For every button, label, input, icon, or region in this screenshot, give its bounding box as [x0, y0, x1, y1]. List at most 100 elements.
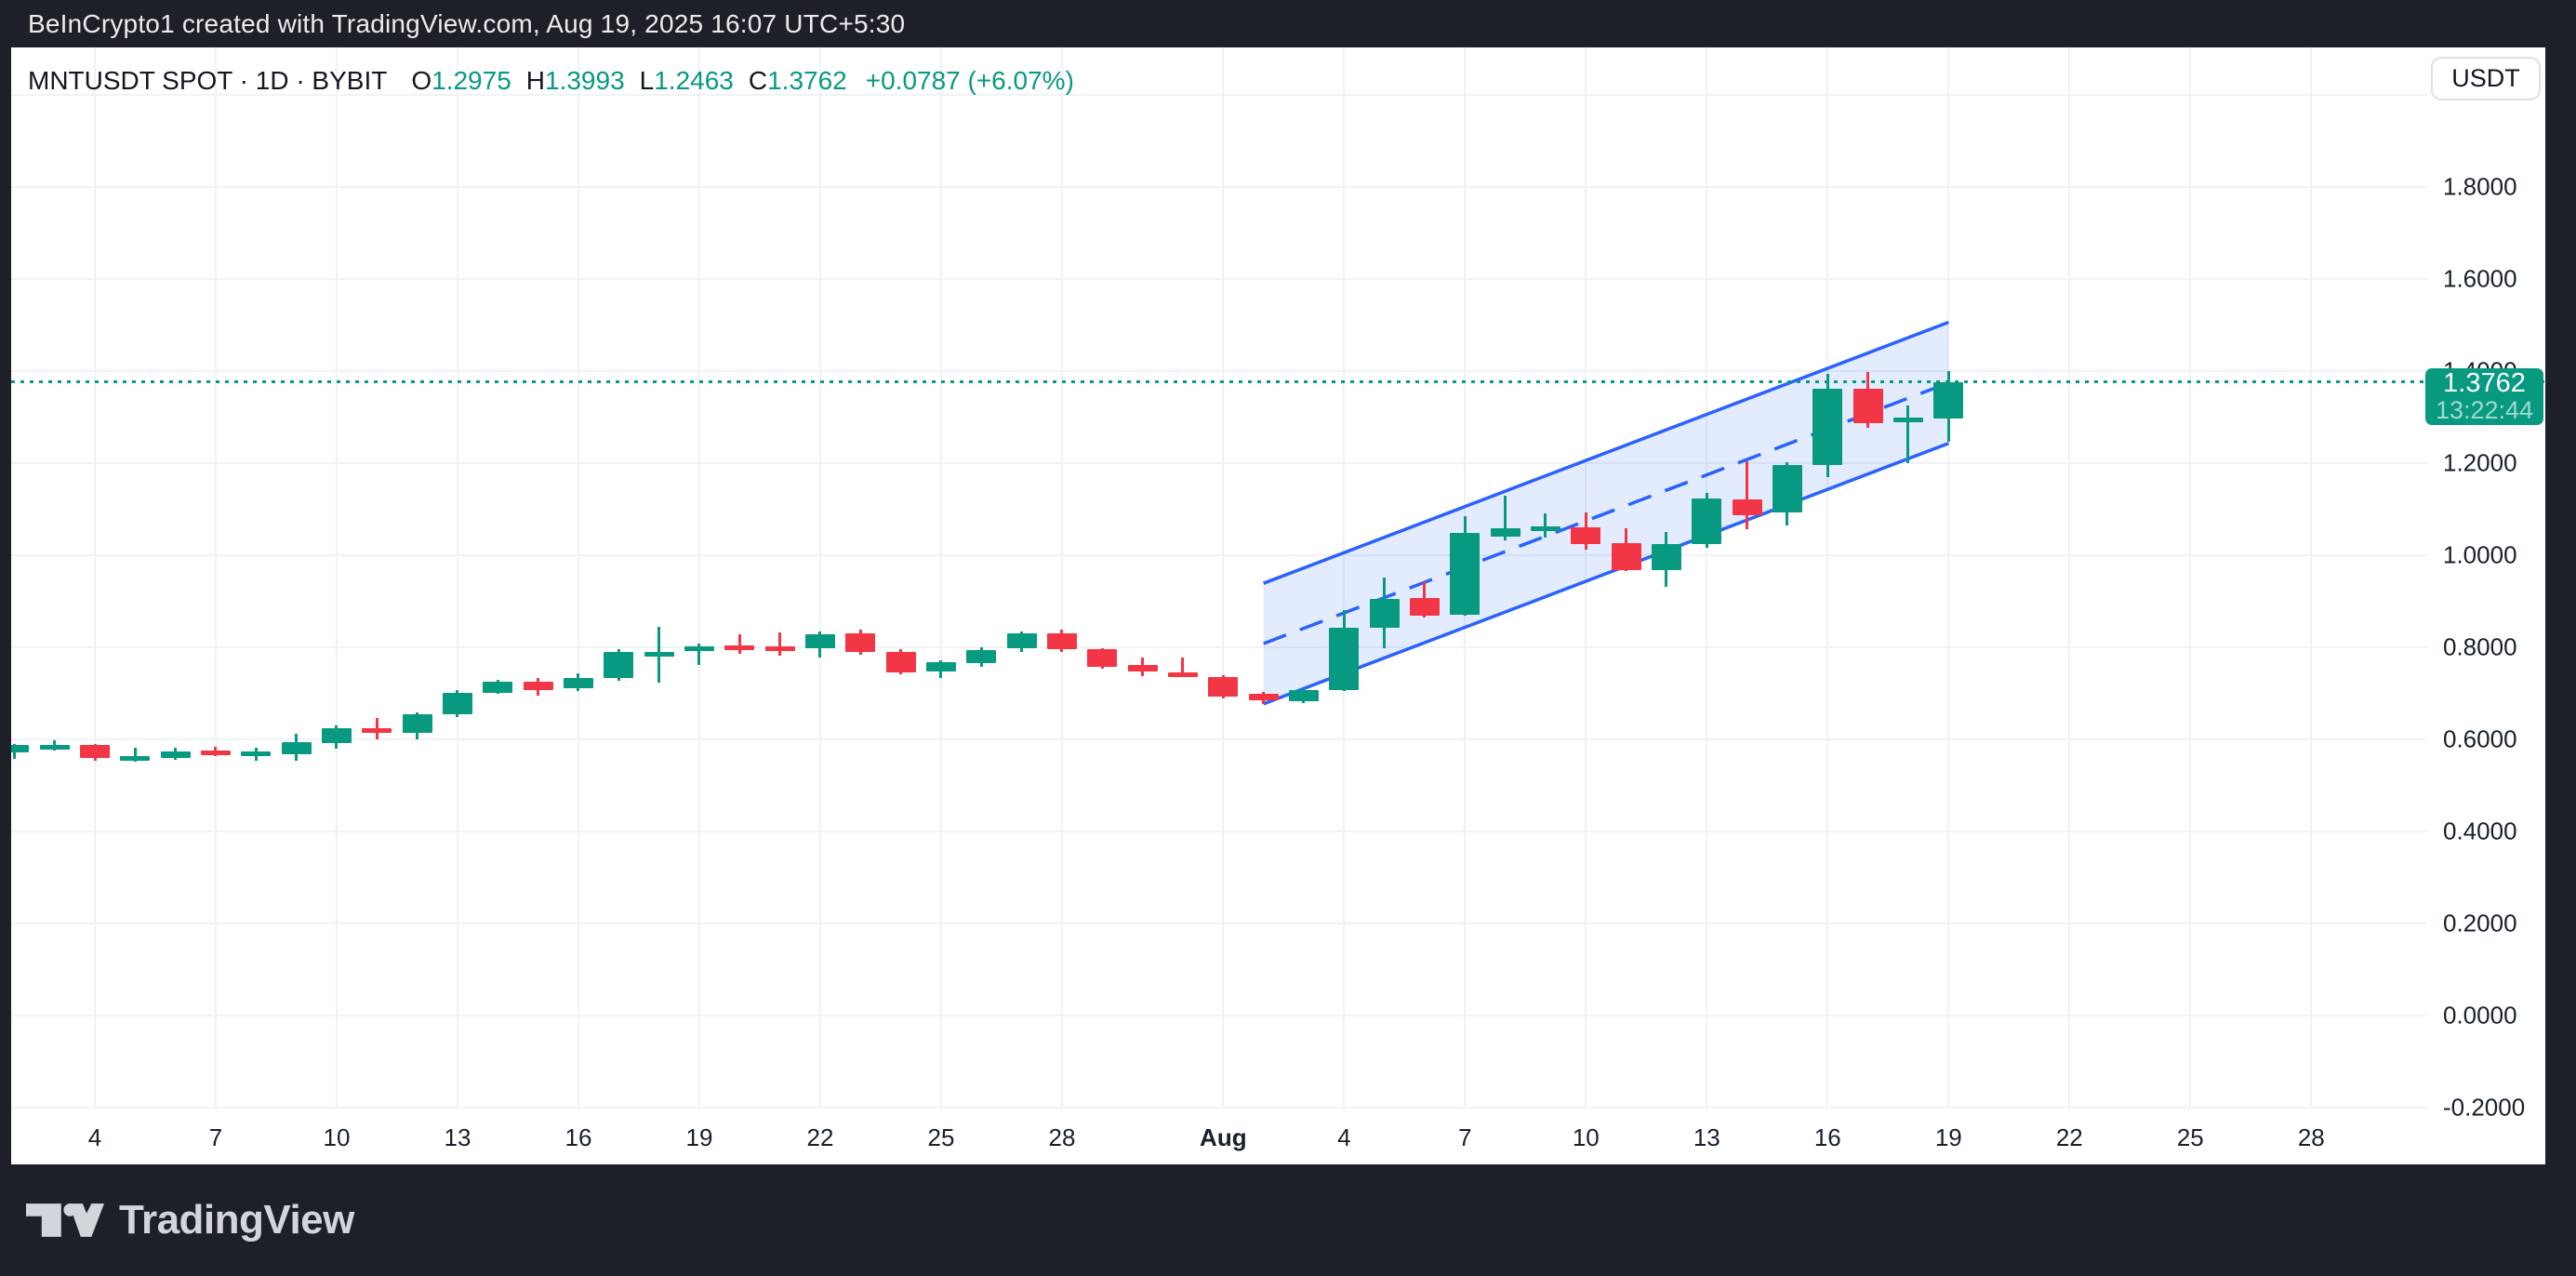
time-axis-label: 4: [87, 1123, 102, 1151]
candle: [523, 681, 553, 690]
candle: [604, 652, 634, 679]
current-price-line: [11, 380, 2545, 383]
candle: [1409, 597, 1440, 617]
candle: [1087, 649, 1118, 667]
time-axis-label: 28: [2297, 1123, 2325, 1151]
candle: [1248, 694, 1279, 701]
candle: [764, 645, 795, 651]
candle: [1692, 498, 1722, 544]
candle: [402, 713, 432, 734]
candle: [120, 755, 151, 761]
candle: [1852, 388, 1883, 423]
candle: [1651, 544, 1681, 570]
time-axis-label: 13: [444, 1123, 471, 1151]
candle: [684, 645, 714, 651]
time-axis-label: 13: [1693, 1123, 1720, 1151]
current-price-badge: 1.3762 13:22:44: [2425, 368, 2543, 425]
candle: [724, 645, 755, 650]
candle: [160, 751, 191, 758]
price-axis-label: 0.0000: [2443, 1001, 2517, 1030]
candle: [11, 744, 30, 752]
candle-wick: [1906, 405, 1910, 463]
time-axis-label: 22: [2055, 1123, 2083, 1151]
candle: [563, 678, 593, 689]
price-axis-label: 1.2000: [2443, 448, 2517, 477]
candle: [39, 745, 70, 751]
candle: [1933, 381, 1964, 419]
time-axis-label: 25: [2176, 1123, 2204, 1151]
legend-low: L1.2463: [639, 66, 734, 95]
symbol-title[interactable]: MNTUSDT SPOT · 1D · BYBIT: [28, 66, 387, 96]
tradingview-logo-link[interactable]: TradingView: [26, 1197, 354, 1243]
candle: [925, 661, 956, 672]
time-axis-label: 10: [1572, 1123, 1600, 1151]
price-axis-label: 1.0000: [2443, 540, 2517, 569]
time-axis-label: 19: [685, 1123, 713, 1151]
candle-wick: [778, 632, 782, 656]
price-axis[interactable]: 1.80001.60001.40001.20001.00000.80000.60…: [2427, 47, 2545, 1164]
legend-high: H1.3993: [525, 66, 625, 95]
candle-wick: [1746, 461, 1749, 530]
candle: [845, 633, 876, 652]
candle: [1329, 628, 1360, 690]
candle: [644, 652, 674, 658]
time-axis-label: 25: [927, 1123, 955, 1151]
candle: [1046, 633, 1077, 650]
candle: [1127, 664, 1158, 672]
candle: [1732, 498, 1762, 516]
candle: [1288, 689, 1319, 701]
candle: [1772, 464, 1802, 513]
candle: [321, 728, 352, 743]
chart-legend: MNTUSDT SPOT · 1D · BYBIT O1.2975 H1.399…: [28, 66, 1074, 96]
legend-close: C1.3762: [748, 66, 847, 95]
badge-price: 1.3762: [2443, 367, 2526, 398]
time-axis[interactable]: 4 7 10 13 16 19 22 25 28 Aug 4 7 10 13 16 19 22 25 28: [11, 1110, 2427, 1164]
time-axis-label: Aug: [1200, 1123, 1247, 1151]
time-axis-label: 7: [1458, 1123, 1472, 1151]
candle: [281, 741, 312, 754]
price-axis-label: -0.2000: [2443, 1093, 2526, 1122]
candle-wick: [737, 633, 741, 655]
price-axis-label: 0.4000: [2443, 817, 2517, 845]
price-axis-label: 1.8000: [2443, 172, 2517, 201]
tradingview-logo-icon: [26, 1203, 104, 1237]
candle: [1571, 526, 1601, 545]
candle: [200, 751, 231, 756]
legend-open: O1.2975: [411, 66, 511, 95]
candle: [1611, 543, 1641, 570]
candle: [1530, 525, 1560, 531]
candle: [442, 692, 472, 715]
attribution-text: BeInCrypto1 created with TradingView.com…: [28, 8, 906, 38]
time-axis-label: 16: [1813, 1123, 1841, 1151]
footer-bar: TradingView: [0, 1164, 2576, 1276]
chart-panel: MNTUSDT SPOT · 1D · BYBIT O1.2975 H1.399…: [11, 47, 2545, 1164]
currency-toggle-button[interactable]: USDT: [2431, 57, 2541, 100]
candle: [1450, 533, 1481, 615]
candle: [1208, 676, 1239, 697]
candle: [1369, 598, 1400, 629]
time-axis-label: 19: [1934, 1123, 1962, 1151]
candle: [1167, 671, 1198, 677]
tradingview-wordmark: TradingView: [119, 1197, 354, 1243]
candle: [80, 745, 110, 759]
time-axis-label: 4: [1337, 1123, 1351, 1151]
time-axis-label: 28: [1048, 1123, 1076, 1151]
candle: [804, 633, 835, 649]
time-axis-label: 16: [564, 1123, 592, 1151]
candle: [483, 682, 513, 693]
time-axis-label: 22: [806, 1123, 834, 1151]
attribution-bar: BeInCrypto1 created with TradingView.com…: [0, 0, 2576, 47]
parallel-channel-drawing[interactable]: [11, 47, 2427, 1164]
legend-change: +0.0787 (+6.07%): [865, 66, 1074, 95]
candle: [241, 751, 272, 756]
chart-plot-area[interactable]: [11, 47, 2427, 1164]
candle: [1892, 418, 1923, 423]
badge-countdown: 13:22:44: [2435, 395, 2534, 424]
price-axis-label: 0.2000: [2443, 909, 2517, 937]
candle: [885, 651, 916, 673]
time-axis-label: 7: [208, 1123, 223, 1151]
candle: [1490, 528, 1520, 537]
price-axis-label: 0.6000: [2443, 724, 2517, 753]
price-axis-label: 1.6000: [2443, 264, 2517, 293]
candle: [1812, 388, 1843, 465]
